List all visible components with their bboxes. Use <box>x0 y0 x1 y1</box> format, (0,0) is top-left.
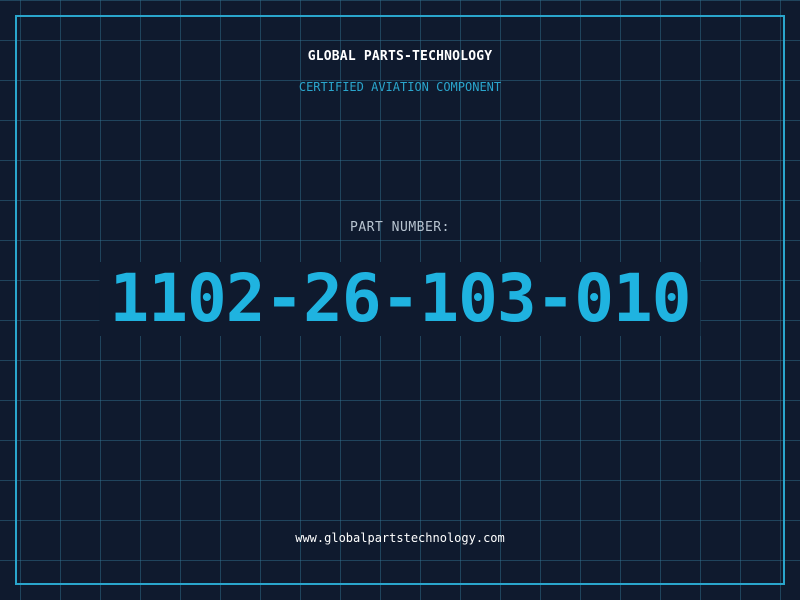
part-number-value: 1102-26-103-010 <box>109 260 691 337</box>
company-name: GLOBAL PARTS-TECHNOLOGY <box>307 49 493 64</box>
website-url: www.globalpartstechnology.com <box>295 531 505 545</box>
part-label-card: GLOBAL PARTS-TECHNOLOGY CERTIFIED AVIATI… <box>0 0 800 600</box>
certification-tagline: CERTIFIED AVIATION COMPONENT <box>298 80 502 94</box>
part-number-panel: 1102-26-103-010 <box>99 260 701 337</box>
part-number-label: PART NUMBER: <box>350 220 450 235</box>
